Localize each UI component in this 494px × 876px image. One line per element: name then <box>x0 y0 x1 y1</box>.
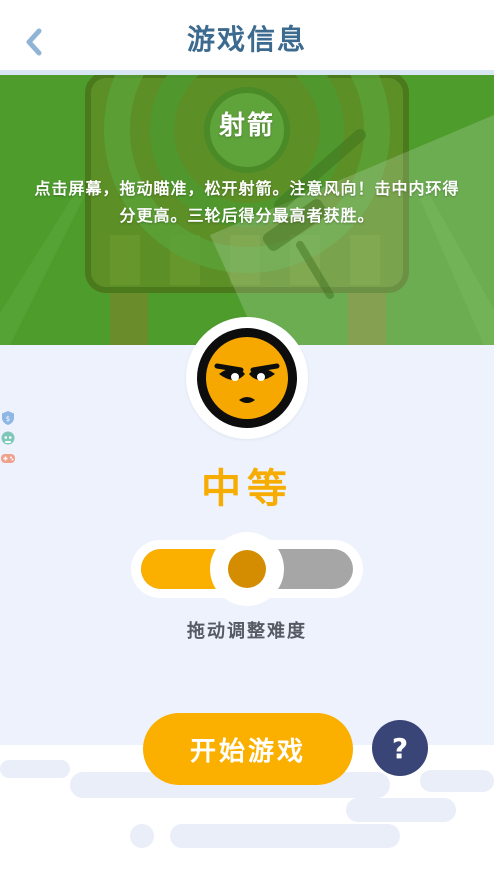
serious-face-icon <box>197 328 297 428</box>
slider-knob <box>228 550 266 588</box>
svg-text:$: $ <box>6 415 10 423</box>
shield-icon: $ <box>2 411 14 425</box>
game-banner: 射箭 点击屏幕，拖动瞄准，松开射箭。注意风向！击中内环得 分更高。三轮后得分最高… <box>0 75 494 345</box>
difficulty-avatar <box>186 317 308 439</box>
slider-handle[interactable] <box>210 532 284 606</box>
robot-icon <box>1 431 15 445</box>
difficulty-slider[interactable] <box>131 532 363 606</box>
game-description: 点击屏幕，拖动瞄准，松开射箭。注意风向！击中内环得 分更高。三轮后得分最高者获胜… <box>14 175 480 229</box>
difficulty-label: 中等 <box>201 466 293 512</box>
game-description-line: 点击屏幕，拖动瞄准，松开射箭。注意风向！击中内环得 <box>34 179 460 198</box>
page-title: 游戏信息 <box>186 23 307 56</box>
header-bar: 游戏信息 <box>0 0 494 75</box>
start-game-button[interactable]: 开始游戏 <box>143 713 353 785</box>
help-button[interactable]: ? <box>372 720 428 776</box>
difficulty-hint: 拖动调整难度 <box>187 621 307 642</box>
game-name: 射箭 <box>218 111 275 141</box>
game-description-line: 分更高。三轮后得分最高者获胜。 <box>119 206 375 225</box>
